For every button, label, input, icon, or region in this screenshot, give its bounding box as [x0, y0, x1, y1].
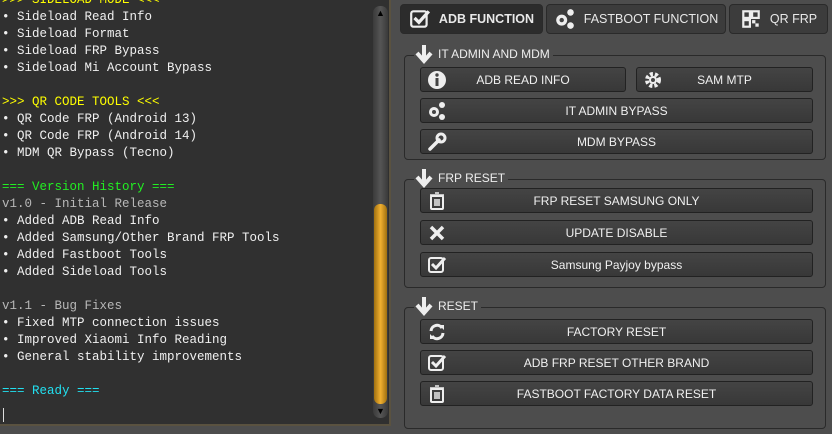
- checkbox-icon: [427, 255, 447, 275]
- frp-reset-samsung-button[interactable]: FRP RESET SAMSUNG ONLY: [420, 188, 813, 213]
- gear-icon: [643, 70, 663, 90]
- group-title-reset: RESET: [414, 295, 482, 317]
- log-console[interactable]: >>> SIDELOAD MODE <<< • Sideload Read Inf…: [0, 0, 391, 426]
- update-disable-button[interactable]: UPDATE DISABLE: [420, 220, 813, 245]
- group-title-frp: FRP RESET: [414, 167, 509, 189]
- log-line: • Sideload FRP Bypass: [2, 44, 160, 58]
- log-line: • Sideload Read Info: [2, 10, 153, 24]
- tab-fastboot-function[interactable]: FASTBOOT FUNCTION: [546, 4, 726, 34]
- wrench-icon: [428, 132, 447, 151]
- log-line: >>> SIDELOAD MODE <<<: [2, 0, 160, 7]
- trash-icon: [427, 384, 447, 404]
- refresh-icon: [429, 323, 445, 341]
- log-line: • Sideload Format: [2, 27, 130, 41]
- arrow-down-icon: [414, 295, 434, 317]
- log-line: • General stability improvements: [2, 350, 243, 364]
- scroll-up-arrow-icon[interactable]: ▲: [376, 8, 385, 18]
- mdm-bypass-button[interactable]: MDM BYPASS: [420, 129, 813, 154]
- factory-reset-button[interactable]: FACTORY RESET: [420, 319, 813, 344]
- log-line: v1.1 - Bug Fixes: [2, 299, 123, 313]
- log-line: >>> QR CODE TOOLS <<<: [2, 95, 160, 109]
- fastboot-factory-data-reset-button[interactable]: FASTBOOT FACTORY DATA RESET: [420, 381, 813, 406]
- group-title-it-admin: IT ADMIN AND MDM: [414, 43, 553, 65]
- log-line: • QR Code FRP (Android 13): [2, 112, 198, 126]
- log-line: • Added Samsung/Other Brand FRP Tools: [2, 231, 280, 245]
- qr-code-icon: [742, 10, 760, 28]
- scroll-down-arrow-icon[interactable]: ▼: [376, 406, 385, 416]
- log-line: === Ready ===: [2, 384, 100, 398]
- log-line: v1.0 - Initial Release: [2, 197, 168, 211]
- log-line: • Sideload Mi Account Bypass: [2, 61, 213, 75]
- arrow-down-icon: [414, 43, 434, 65]
- info-icon: [428, 71, 446, 89]
- samsung-payjoy-bypass-button[interactable]: Samsung Payjoy bypass: [420, 252, 813, 277]
- log-line: === Version History ===: [2, 180, 175, 194]
- it-admin-bypass-button[interactable]: IT ADMIN BYPASS: [420, 98, 813, 123]
- sam-mtp-button[interactable]: SAM MTP: [636, 67, 813, 92]
- checkbox-icon: [427, 353, 447, 373]
- close-icon: [429, 225, 445, 241]
- arrow-down-icon: [414, 167, 434, 189]
- log-line: • Added Fastboot Tools: [2, 248, 168, 262]
- checkbox-icon: [409, 8, 431, 30]
- text-cursor: [3, 408, 4, 422]
- gears-icon: [554, 8, 576, 30]
- log-line: • Added Sideload Tools: [2, 265, 168, 279]
- adb-read-info-button[interactable]: ADB READ INFO: [420, 67, 626, 92]
- log-scrollbar[interactable]: ▲ ▼: [373, 6, 388, 418]
- gears-icon: [427, 101, 447, 121]
- trash-icon: [427, 191, 447, 211]
- log-lines: >>> SIDELOAD MODE <<< • Sideload Read Inf…: [2, 0, 280, 400]
- tab-adb-function[interactable]: ADB FUNCTION: [400, 4, 543, 34]
- log-line: • Improved Xiaomi Info Reading: [2, 333, 228, 347]
- log-line: • QR Code FRP (Android 14): [2, 129, 198, 143]
- log-line: • Fixed MTP connection issues: [2, 316, 220, 330]
- adb-frp-reset-other-brand-button[interactable]: ADB FRP RESET OTHER BRAND: [420, 350, 813, 375]
- tab-qr-frp[interactable]: QR FRP: [729, 4, 828, 34]
- log-line: • Added ADB Read Info: [2, 214, 160, 228]
- scrollbar-thumb[interactable]: [374, 204, 387, 404]
- log-line: • MDM QR Bypass (Tecno): [2, 146, 175, 160]
